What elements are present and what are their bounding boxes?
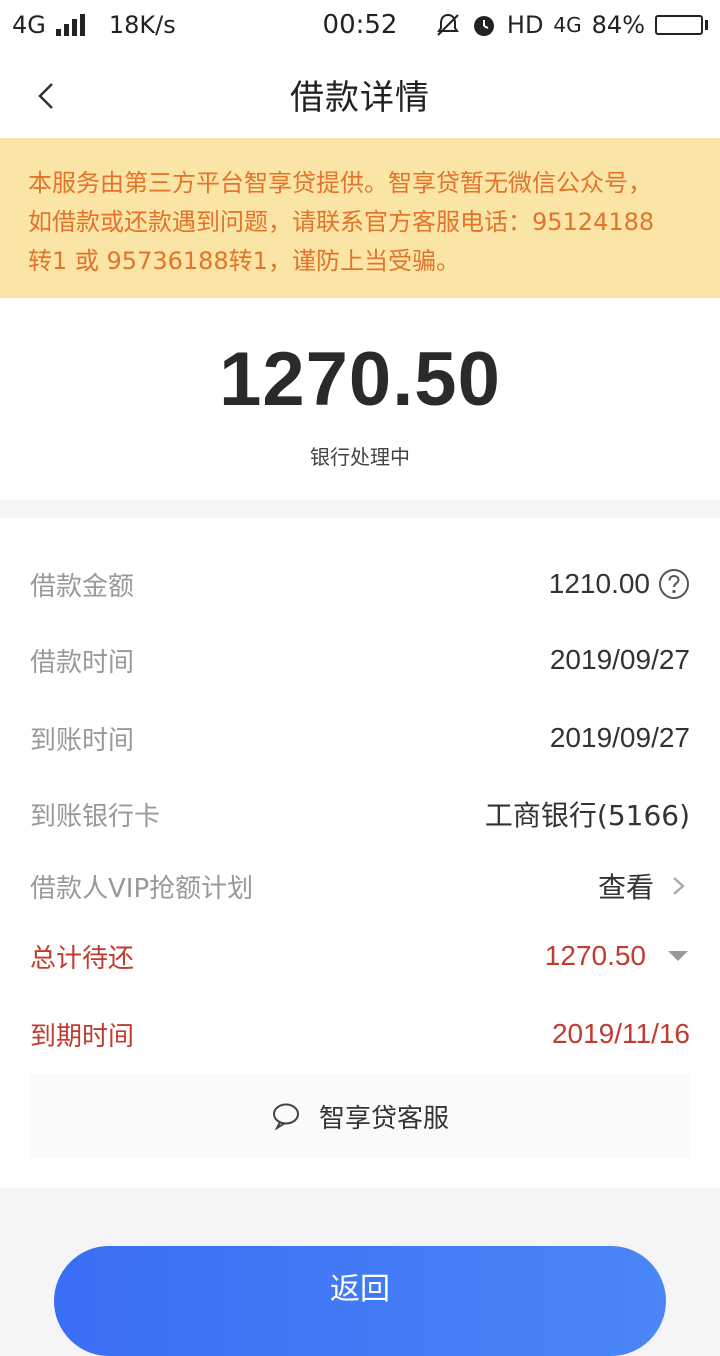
- hd-indicator: HD: [506, 11, 544, 39]
- notice-line: 如借款或还款遇到问题，请联系官方客服电话：95124188: [28, 208, 655, 236]
- battery-percent: 84%: [591, 11, 645, 39]
- detail-label: 借款金额: [30, 571, 135, 602]
- status-bar: 4G 18K/s 00:52 HD 4G 84%: [0, 0, 720, 50]
- loan-summary: 1270.50 银行处理中: [0, 298, 720, 500]
- notice-line: 转1 或 95736188转1，谨防上当受骗。: [28, 247, 460, 275]
- total-due-value: 1270.50: [544, 940, 646, 971]
- detail-row-arrival-time: 到账时间 2019/09/27: [30, 708, 690, 768]
- detail-row-loan-time: 借款时间 2019/09/27: [30, 630, 690, 690]
- notice-line: 本服务由第三方平台智享贷提供。智享贷暂无微信公众号，: [28, 169, 652, 197]
- detail-row-total-due[interactable]: 总计待还 1270.50: [30, 926, 690, 986]
- notice-banner: 本服务由第三方平台智享贷提供。智享贷暂无微信公众号， 如借款或还款遇到问题，请联…: [0, 138, 720, 298]
- detail-value: 2019/09/27: [549, 644, 690, 675]
- detail-value: 2019/11/16: [551, 1018, 690, 1049]
- back-button[interactable]: [26, 76, 66, 116]
- nav-bar: 借款详情: [0, 50, 720, 138]
- detail-label: 借款时间: [30, 647, 135, 678]
- network-speed: 18K/s: [108, 11, 176, 39]
- loan-amount-value: 1210.00: [548, 568, 650, 599]
- chat-bubble-icon: [272, 1103, 299, 1130]
- signal-icon: [55, 14, 85, 36]
- total-amount: 1270.50: [219, 337, 501, 422]
- page-title: 借款详情: [290, 77, 430, 118]
- detail-row-bank-card: 到账银行卡 工商银行(5166): [30, 784, 690, 844]
- help-icon[interactable]: [658, 568, 690, 600]
- battery-icon: [655, 15, 708, 35]
- detail-label: 到期时间: [30, 1021, 135, 1052]
- alarm-icon: [473, 16, 494, 36]
- return-label: 返回: [330, 1272, 390, 1307]
- detail-row-vip-plan[interactable]: 借款人VIP抢额计划 查看: [30, 856, 690, 916]
- loan-status: 银行处理中: [310, 445, 410, 469]
- detail-label: 到账银行卡: [30, 801, 161, 832]
- customer-service-label: 智享贷客服: [318, 1103, 449, 1134]
- chevron-left-icon: [38, 83, 53, 109]
- detail-value: 2019/09/27: [549, 722, 690, 753]
- detail-label: 借款人VIP抢额计划: [30, 873, 254, 904]
- customer-service-button[interactable]: 智享贷客服: [30, 1074, 690, 1158]
- chevron-right-icon: [673, 877, 685, 895]
- detail-label: 总计待还: [30, 943, 135, 974]
- caret-down-icon[interactable]: [668, 951, 688, 961]
- vip-plan-link[interactable]: 查看: [598, 866, 690, 906]
- network-type-2: 4G: [553, 13, 582, 37]
- detail-row-due-date: 到期时间 2019/11/16: [30, 1004, 690, 1064]
- network-type: 4G: [12, 11, 46, 39]
- mute-icon: [437, 13, 459, 36]
- loan-details: 借款金额 1210.00 借款时间 2019/09/27 到账时间 2019/0…: [0, 518, 720, 1188]
- view-link-text: 查看: [597, 871, 654, 904]
- return-button[interactable]: 返回: [54, 1246, 666, 1356]
- detail-row-loan-amount: 借款金额 1210.00: [30, 554, 690, 614]
- status-right: HD 4G 84%: [435, 11, 708, 39]
- detail-value: 工商银行(5166): [484, 799, 690, 832]
- detail-value: 1210.00: [549, 568, 690, 600]
- detail-value: 1270.50: [545, 940, 690, 972]
- status-left: 4G 18K/s: [12, 11, 176, 39]
- detail-label: 到账时间: [30, 725, 135, 756]
